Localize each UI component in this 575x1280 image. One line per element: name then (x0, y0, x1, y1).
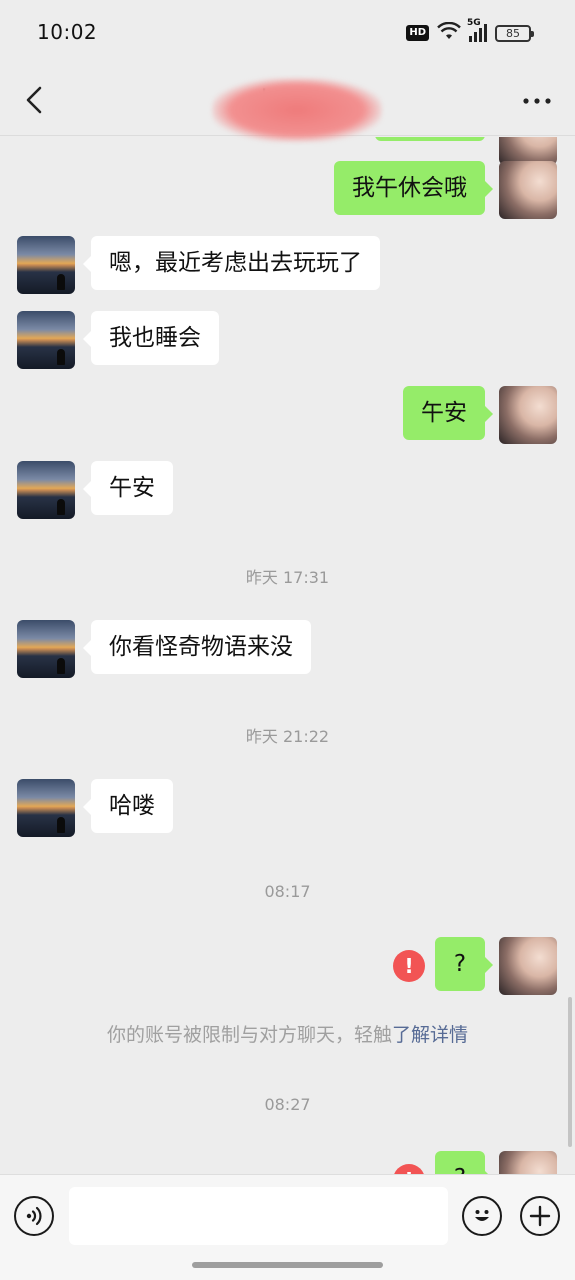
add-button[interactable] (520, 1196, 560, 1236)
system-notice: 你的账号被限制与对方聊天，轻触了解详情 (0, 1020, 575, 1047)
contact-avatar[interactable] (17, 311, 75, 369)
status-bar: 10:02 HD 5G 85 (0, 0, 575, 64)
emoji-button[interactable] (462, 1196, 502, 1236)
system-notice-text: 你的账号被限制与对方聊天，轻触 (106, 1024, 392, 1046)
my-avatar[interactable] (499, 937, 557, 995)
message-bubble-partial[interactable] (375, 137, 485, 141)
timestamp: 昨天 21:22 (245, 727, 330, 746)
timestamp: 昨天 17:31 (245, 568, 330, 587)
message-bubble[interactable]: ? (435, 1151, 493, 1174)
contact-avatar[interactable] (17, 236, 75, 294)
message-bubble[interactable]: 哈喽 (83, 779, 173, 833)
hd-badge: HD (406, 25, 429, 41)
message-bubble[interactable]: 午安 (403, 386, 493, 440)
timestamp: 08:17 (264, 882, 311, 901)
error-icon[interactable]: ! (393, 1164, 425, 1174)
more-button[interactable] (517, 84, 557, 118)
status-icons: HD 5G 85 (406, 18, 534, 44)
message-bubble[interactable]: 我也睡会 (83, 311, 219, 365)
chat-header: Luan (0, 64, 575, 142)
emoji-icon (475, 1210, 489, 1221)
my-avatar[interactable] (499, 386, 557, 444)
network-label: 5G (467, 18, 481, 28)
learn-more-link[interactable]: 了解详情 (392, 1024, 468, 1046)
contact-avatar[interactable] (17, 620, 75, 678)
message-list[interactable]: 我午休会哦 嗯，最近考虑出去玩玩了 我也睡会 午安 午安 昨天 17:31 你看… (0, 137, 575, 1174)
message-bubble[interactable]: ? (435, 937, 493, 991)
more-icon (523, 98, 551, 104)
error-icon[interactable]: ! (393, 950, 425, 982)
message-bubble[interactable]: 嗯，最近考虑出去玩玩了 (83, 236, 380, 290)
voice-button[interactable] (14, 1196, 54, 1236)
redaction-mark (212, 78, 382, 142)
status-time: 10:02 (37, 20, 98, 44)
my-avatar[interactable] (499, 161, 557, 219)
message-bubble[interactable]: 我午休会哦 (334, 161, 493, 215)
scrollbar[interactable] (568, 997, 572, 1147)
my-avatar[interactable] (499, 1151, 557, 1174)
wifi-icon (437, 21, 461, 44)
battery-icon: 85 (495, 24, 534, 42)
message-bubble[interactable]: 午安 (83, 461, 173, 515)
message-input[interactable] (69, 1187, 448, 1245)
message-bubble[interactable]: 你看怪奇物语来没 (83, 620, 311, 674)
signal-icon: 5G (467, 18, 487, 42)
voice-icon (26, 1206, 42, 1226)
timestamp: 08:27 (264, 1095, 311, 1114)
contact-avatar[interactable] (17, 461, 75, 519)
plus-icon (529, 1205, 551, 1227)
home-indicator[interactable] (192, 1262, 383, 1268)
contact-avatar[interactable] (17, 779, 75, 837)
